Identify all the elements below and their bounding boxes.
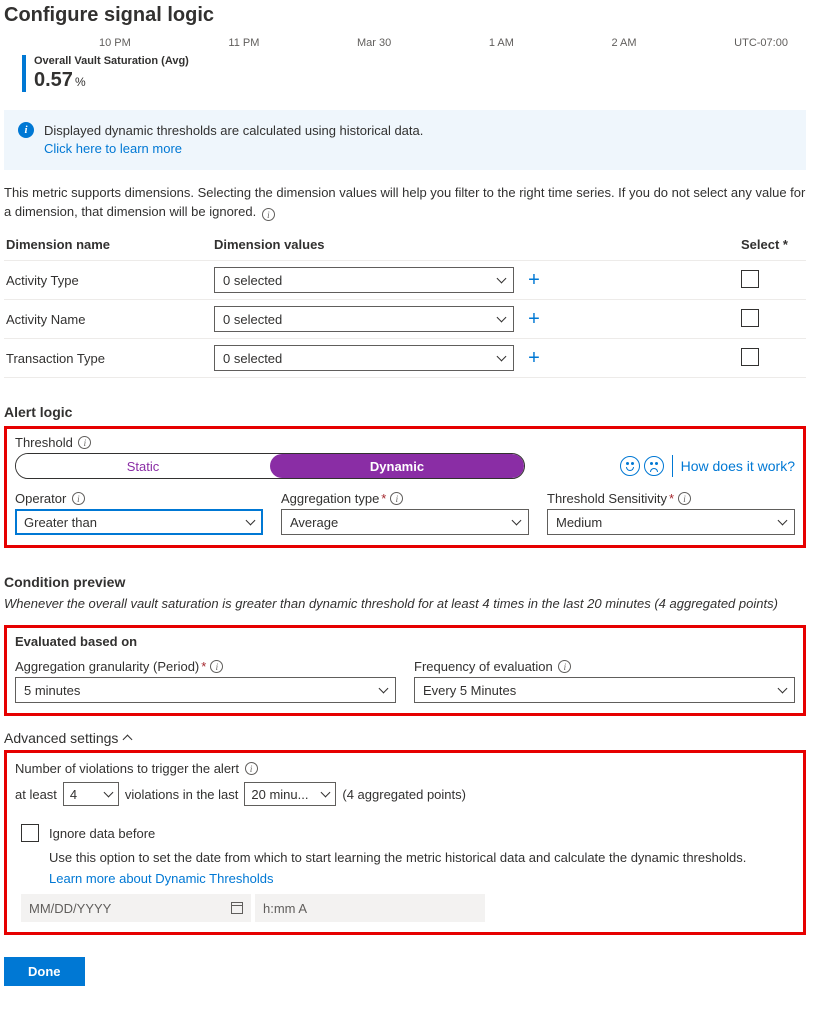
threshold-sensitivity-label: Threshold Sensitivity bbox=[547, 491, 667, 506]
violations-label: Number of violations to trigger the aler… bbox=[15, 761, 239, 776]
col-header-values: Dimension values bbox=[214, 237, 514, 252]
info-icon[interactable]: i bbox=[390, 492, 403, 505]
chevron-down-icon bbox=[379, 684, 389, 694]
condition-preview-title: Condition preview bbox=[4, 574, 806, 590]
calendar-icon bbox=[231, 902, 243, 914]
violations-window-dropdown[interactable]: 20 minu... bbox=[244, 782, 336, 806]
aggregation-granularity-dropdown[interactable]: 5 minutes bbox=[15, 677, 396, 703]
info-banner-text: Displayed dynamic thresholds are calcula… bbox=[44, 123, 423, 138]
dimension-values-dropdown[interactable]: 0 selected bbox=[214, 345, 514, 371]
evaluated-based-on-title: Evaluated based on bbox=[15, 634, 795, 649]
chevron-up-icon bbox=[123, 734, 133, 744]
info-icon[interactable]: i bbox=[72, 492, 85, 505]
col-header-select: Select * bbox=[741, 237, 806, 252]
timezone-label: UTC-07:00 bbox=[734, 37, 788, 49]
add-dimension-icon[interactable]: + bbox=[528, 269, 540, 291]
threshold-toggle: Static Dynamic bbox=[15, 453, 525, 479]
frequency-label: Frequency of evaluation bbox=[414, 659, 553, 674]
select-dimension-checkbox[interactable] bbox=[741, 309, 759, 327]
ignore-data-description: Use this option to set the date from whi… bbox=[49, 850, 795, 865]
dimensions-help-text: This metric supports dimensions. Selecti… bbox=[4, 184, 806, 221]
divider bbox=[672, 455, 673, 477]
dimension-values-dropdown[interactable]: 0 selected bbox=[214, 306, 514, 332]
dimension-row: Activity Name 0 selected + bbox=[4, 300, 806, 339]
at-least-label: at least bbox=[15, 787, 57, 802]
feedback-happy-icon[interactable] bbox=[620, 456, 640, 476]
dimension-values-dropdown[interactable]: 0 selected bbox=[214, 267, 514, 293]
dimension-name: Activity Type bbox=[4, 273, 214, 288]
page-title: Configure signal logic bbox=[4, 4, 806, 27]
chevron-down-icon bbox=[497, 274, 507, 284]
alert-logic-title: Alert logic bbox=[4, 404, 806, 420]
ignore-date-input[interactable]: MM/DD/YYYY bbox=[21, 894, 251, 922]
violations-mid-label: violations in the last bbox=[125, 787, 238, 802]
violations-suffix: (4 aggregated points) bbox=[342, 787, 466, 802]
done-button[interactable]: Done bbox=[4, 957, 85, 986]
info-icon[interactable]: i bbox=[262, 208, 275, 221]
info-icon: i bbox=[18, 122, 34, 138]
time-tick: 10 PM bbox=[99, 37, 131, 49]
metric-unit: % bbox=[75, 75, 86, 89]
info-icon[interactable]: i bbox=[678, 492, 691, 505]
add-dimension-icon[interactable]: + bbox=[528, 347, 540, 369]
aggregation-type-label: Aggregation type bbox=[281, 491, 379, 506]
select-dimension-checkbox[interactable] bbox=[741, 270, 759, 288]
chart-time-axis: 10 PM 11 PM Mar 30 1 AM 2 AM UTC-07:00 bbox=[4, 37, 806, 55]
metric-name: Overall Vault Saturation (Avg) bbox=[34, 55, 189, 67]
info-icon[interactable]: i bbox=[245, 762, 258, 775]
add-dimension-icon[interactable]: + bbox=[528, 308, 540, 330]
info-banner: i Displayed dynamic thresholds are calcu… bbox=[4, 110, 806, 170]
condition-preview-text: Whenever the overall vault saturation is… bbox=[4, 596, 806, 611]
advanced-settings-toggle[interactable]: Advanced settings bbox=[4, 730, 806, 746]
chevron-down-icon bbox=[246, 516, 256, 526]
operator-label: Operator bbox=[15, 491, 66, 506]
select-dimension-checkbox[interactable] bbox=[741, 348, 759, 366]
ignore-time-input[interactable]: h:mm A bbox=[255, 894, 485, 922]
chevron-down-icon bbox=[497, 352, 507, 362]
learn-more-thresholds-link[interactable]: Learn more about Dynamic Thresholds bbox=[49, 871, 795, 886]
ignore-data-before-label: Ignore data before bbox=[49, 826, 155, 841]
metric-value: 0.57 bbox=[34, 69, 73, 91]
ignore-data-before-checkbox[interactable] bbox=[21, 824, 39, 842]
info-icon[interactable]: i bbox=[558, 660, 571, 673]
dimensions-header-row: Dimension name Dimension values Select * bbox=[4, 231, 806, 261]
time-tick: 1 AM bbox=[489, 37, 514, 49]
dimension-row: Transaction Type 0 selected + bbox=[4, 339, 806, 378]
chevron-down-icon bbox=[497, 313, 507, 323]
dimension-name: Activity Name bbox=[4, 312, 214, 327]
chevron-down-icon bbox=[512, 516, 522, 526]
metric-color-bar bbox=[22, 55, 26, 92]
time-tick: 11 PM bbox=[228, 37, 259, 49]
threshold-dynamic-option[interactable]: Dynamic bbox=[270, 454, 524, 478]
time-tick: Mar 30 bbox=[357, 37, 391, 49]
how-does-it-work-link[interactable]: How does it work? bbox=[681, 458, 795, 474]
frequency-dropdown[interactable]: Every 5 Minutes bbox=[414, 677, 795, 703]
col-header-name: Dimension name bbox=[4, 237, 214, 252]
info-icon[interactable]: i bbox=[78, 436, 91, 449]
info-icon[interactable]: i bbox=[210, 660, 223, 673]
dimension-row: Activity Type 0 selected + bbox=[4, 261, 806, 300]
threshold-static-option[interactable]: Static bbox=[16, 454, 270, 478]
aggregation-granularity-label: Aggregation granularity (Period) bbox=[15, 659, 199, 674]
chevron-down-icon bbox=[103, 788, 113, 798]
aggregation-type-dropdown[interactable]: Average bbox=[281, 509, 529, 535]
threshold-sensitivity-dropdown[interactable]: Medium bbox=[547, 509, 795, 535]
learn-more-link[interactable]: Click here to learn more bbox=[44, 141, 182, 156]
chevron-down-icon bbox=[778, 684, 788, 694]
feedback-sad-icon[interactable] bbox=[644, 456, 664, 476]
time-tick: 2 AM bbox=[611, 37, 636, 49]
chevron-down-icon bbox=[321, 788, 331, 798]
violations-count-dropdown[interactable]: 4 bbox=[63, 782, 119, 806]
chevron-down-icon bbox=[778, 516, 788, 526]
evaluated-panel: Evaluated based on Aggregation granulari… bbox=[4, 625, 806, 716]
threshold-label: Threshold bbox=[15, 435, 73, 450]
operator-dropdown[interactable]: Greater than bbox=[15, 509, 263, 535]
alert-logic-panel: Threshold i Static Dynamic How does it w… bbox=[4, 426, 806, 548]
dimension-name: Transaction Type bbox=[4, 351, 214, 366]
advanced-settings-panel: Number of violations to trigger the aler… bbox=[4, 750, 806, 935]
